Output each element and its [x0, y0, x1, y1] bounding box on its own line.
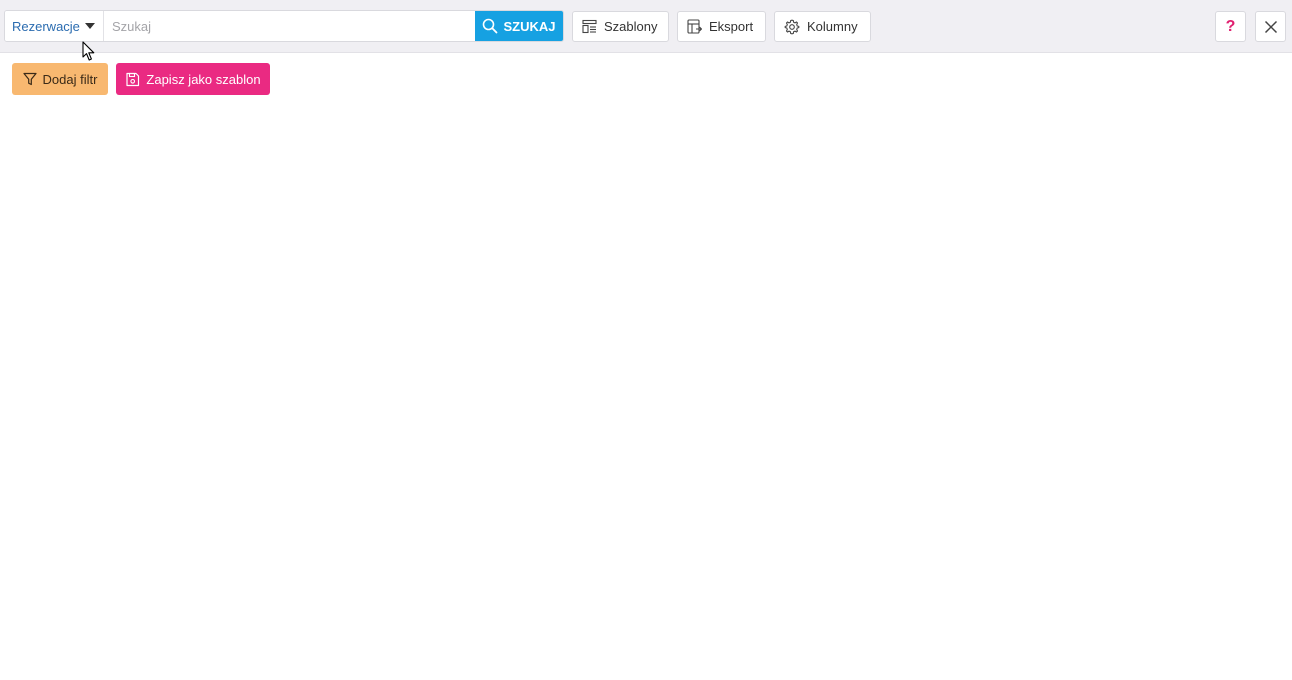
add-filter-label: Dodaj filtr [42, 71, 98, 87]
search-scope-label: Rezerwacje [12, 18, 80, 34]
export-icon [687, 19, 702, 34]
filter-icon [22, 72, 37, 86]
top-toolbar: Rezerwacje SZUKAJ Szablony Eksport Kolum… [0, 0, 1292, 53]
search-icon [482, 18, 498, 34]
save-icon [125, 72, 140, 87]
search-button-label: SZUKAJ [503, 18, 556, 34]
close-icon [1264, 20, 1278, 34]
export-button-label: Eksport [709, 19, 754, 34]
save-as-template-label: Zapisz jako szablon [146, 71, 261, 87]
templates-button-label: Szablony [604, 19, 658, 34]
search-scope-dropdown[interactable]: Rezerwacje [5, 11, 104, 41]
search-group: Rezerwacje SZUKAJ [4, 10, 564, 42]
close-button[interactable] [1255, 11, 1286, 42]
search-input[interactable] [104, 11, 475, 41]
columns-button-label: Kolumny [807, 19, 858, 34]
export-button[interactable]: Eksport [677, 11, 766, 42]
help-button[interactable]: ? [1215, 11, 1246, 42]
filter-bar: Dodaj filtr Zapisz jako szablon [12, 63, 270, 95]
chevron-down-icon [84, 23, 95, 29]
gear-icon [784, 19, 800, 35]
templates-button[interactable]: Szablony [572, 11, 669, 42]
search-button[interactable]: SZUKAJ [475, 11, 563, 41]
columns-button[interactable]: Kolumny [774, 11, 871, 42]
add-filter-button[interactable]: Dodaj filtr [12, 63, 108, 95]
help-icon: ? [1225, 17, 1236, 35]
save-as-template-button[interactable]: Zapisz jako szablon [116, 63, 270, 95]
templates-icon [582, 19, 597, 34]
